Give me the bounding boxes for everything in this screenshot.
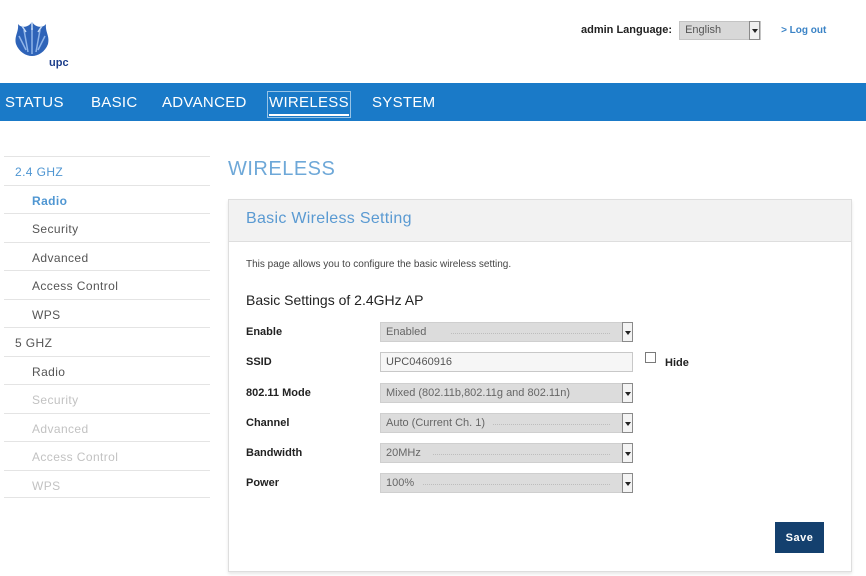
bandwidth-label: Bandwidth: [246, 447, 303, 459]
sidebar-item-security-24[interactable]: Security: [4, 213, 210, 242]
bandwidth-select[interactable]: 20MHz: [380, 443, 633, 463]
sidebar-item-radio-24[interactable]: Radio: [4, 184, 210, 214]
power-label: Power: [246, 477, 280, 489]
chevron-down-icon: [749, 20, 761, 40]
sidebar-item-access-control-5: Access Control: [4, 441, 210, 470]
chevron-down-icon: [622, 413, 633, 433]
bandwidth-row: Bandwidth 20MHz: [246, 443, 846, 463]
sidebar-section-5ghz[interactable]: 5 GHZ: [4, 327, 210, 356]
sidebar-section-24ghz[interactable]: 2.4 GHZ: [4, 156, 210, 185]
mode-label: 802.11 Mode: [246, 387, 311, 399]
sidebar-item-wps-24[interactable]: WPS: [4, 298, 210, 328]
admin-language-label: admin Language:: [581, 24, 673, 36]
nav-status[interactable]: STATUS: [5, 94, 64, 111]
sidebar: 2.4 GHZ Radio Security Advanced Access C…: [4, 156, 210, 498]
enable-select[interactable]: Enabled: [380, 322, 633, 342]
sidebar-item-security-5: Security: [4, 384, 210, 413]
sidebar-item-access-control-24[interactable]: Access Control: [4, 270, 210, 299]
mode-row: 802.11 Mode Mixed (802.11b,802.11g and 8…: [246, 383, 846, 403]
power-row: Power 100%: [246, 473, 846, 493]
nav-wireless[interactable]: WIRELESS: [267, 91, 351, 118]
sidebar-item-wps-5: WPS: [4, 469, 210, 498]
bandwidth-value: 20MHz: [386, 447, 421, 459]
enable-value: Enabled: [386, 326, 427, 338]
hide-ssid-label: Hide: [665, 357, 689, 369]
sidebar-item-advanced-24[interactable]: Advanced: [4, 241, 210, 271]
power-select[interactable]: 100%: [380, 473, 633, 493]
page-title: WIRELESS: [228, 158, 336, 180]
sidebar-item-radio-5[interactable]: Radio: [4, 355, 210, 385]
chevron-down-icon: [622, 322, 633, 342]
hide-ssid-checkbox[interactable]: [645, 352, 656, 363]
channel-select[interactable]: Auto (Current Ch. 1): [380, 413, 633, 433]
settings-panel: Basic Wireless Setting This page allows …: [228, 199, 852, 572]
ssid-label: SSID: [246, 356, 272, 368]
channel-row: Channel Auto (Current Ch. 1): [246, 413, 846, 433]
panel-description: This page allows you to configure the ba…: [246, 259, 512, 270]
upc-logo[interactable]: upc: [12, 18, 72, 74]
upc-logo-icon: [15, 22, 49, 56]
nav-system[interactable]: SYSTEM: [372, 94, 435, 111]
mode-value: Mixed (802.11b,802.11g and 802.11n): [386, 387, 571, 399]
chevron-down-icon: [622, 383, 633, 403]
logo-text: upc: [49, 57, 69, 69]
channel-label: Channel: [246, 417, 290, 429]
power-value: 100%: [386, 477, 415, 489]
language-value: English: [685, 23, 722, 36]
channel-value: Auto (Current Ch. 1): [386, 417, 486, 429]
panel-title: Basic Wireless Setting: [229, 200, 851, 242]
save-button[interactable]: Save: [775, 522, 824, 553]
ssid-input[interactable]: UPC0460916: [380, 352, 633, 372]
nav-advanced[interactable]: ADVANCED: [162, 94, 247, 111]
section-title: Basic Settings of 2.4GHz AP: [246, 292, 424, 308]
sidebar-item-advanced-5: Advanced: [4, 412, 210, 442]
header-controls: admin Language: English > Log out: [581, 20, 826, 40]
enable-label: Enable: [246, 326, 283, 338]
main-nav: STATUS BASIC ADVANCED WIRELESS SYSTEM: [0, 83, 866, 121]
enable-row: Enable Enabled: [246, 322, 846, 342]
mode-select[interactable]: Mixed (802.11b,802.11g and 802.11n): [380, 383, 633, 403]
chevron-down-icon: [622, 443, 633, 463]
ssid-row: SSID UPC0460916 Hide: [246, 352, 846, 372]
logout-link[interactable]: > Log out: [781, 25, 826, 36]
nav-basic[interactable]: BASIC: [91, 94, 138, 111]
chevron-down-icon: [622, 473, 633, 493]
ssid-value: UPC0460916: [386, 356, 453, 368]
language-select[interactable]: English: [679, 20, 762, 40]
